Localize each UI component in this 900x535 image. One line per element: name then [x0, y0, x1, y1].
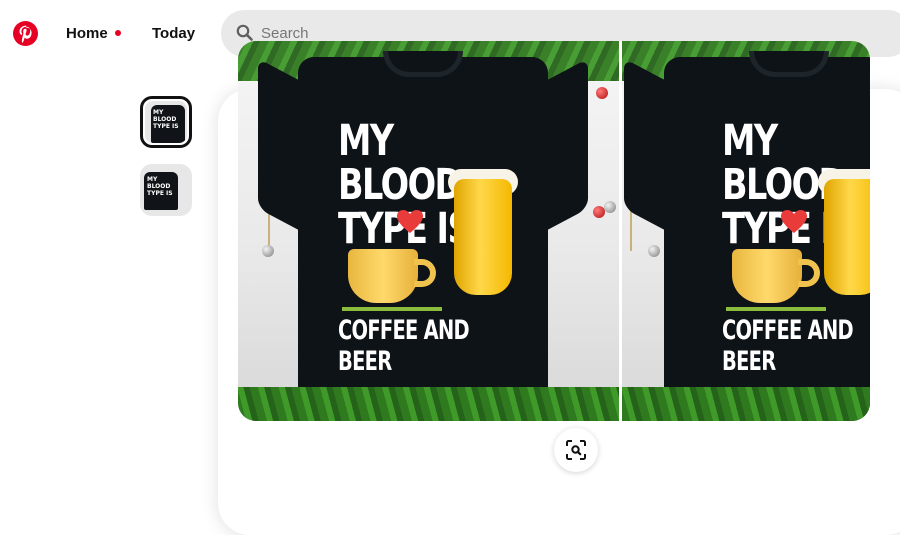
- visual-search-icon: [566, 440, 586, 460]
- christmas-garland: [622, 387, 870, 421]
- ornament: [596, 87, 608, 99]
- nav-home-link[interactable]: Home: [66, 25, 108, 42]
- coffee-mug-icon: [732, 249, 802, 303]
- thumbnail-1[interactable]: MY BLOOD TYPE IS: [140, 96, 192, 148]
- decor-underline: [342, 307, 442, 311]
- nav-today-link[interactable]: Today: [152, 25, 195, 42]
- thumbnail-print: MY BLOOD TYPE IS: [147, 176, 173, 197]
- thumbnail-image: MY BLOOD TYPE IS: [145, 101, 187, 143]
- christmas-garland: [238, 387, 619, 421]
- thumbnail-2[interactable]: MY BLOOD TYPE IS: [140, 164, 192, 216]
- pin-image-carousel[interactable]: MY BLOOD TYPE IS COFFEE AND BEER MY BLOO…: [238, 41, 870, 421]
- pin-image-1: MY BLOOD TYPE IS COFFEE AND BEER: [238, 41, 619, 421]
- thumbnail-print: MY BLOOD TYPE IS: [153, 109, 179, 130]
- thumbnail-image: MY BLOOD TYPE IS: [140, 164, 192, 216]
- visual-search-button[interactable]: [554, 428, 598, 472]
- beer-glass-icon: [454, 179, 512, 295]
- heart-icon: [397, 210, 423, 233]
- search-input[interactable]: Search: [261, 25, 309, 42]
- coffee-mug-icon: [348, 249, 418, 303]
- nav-home-active-dot: [115, 30, 121, 36]
- heart-icon: [781, 210, 807, 233]
- decor-underline: [726, 307, 826, 311]
- pinterest-logo-icon[interactable]: [13, 21, 38, 46]
- ornament: [604, 201, 616, 213]
- shirt-print-footer: COFFEE AND BEER: [338, 315, 470, 377]
- search-icon: [236, 24, 253, 41]
- shirt-print-footer: COFFEE AND BEER: [722, 315, 854, 377]
- ornament: [593, 206, 605, 218]
- beer-glass-icon: [824, 179, 870, 295]
- pin-image-2: MY BLOOD TYPE IS COFFEE AND BEER: [622, 41, 870, 421]
